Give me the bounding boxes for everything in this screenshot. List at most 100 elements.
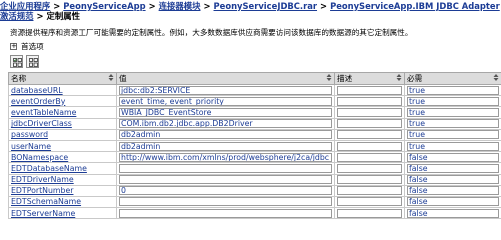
preferences-toggle[interactable]: + 首选项 [10, 41, 44, 52]
breadcrumb-link[interactable]: 企业应用程序 [0, 1, 50, 11]
property-required-cell: true [404, 117, 501, 130]
property-name-cell: BONamespace [8, 151, 117, 164]
property-name-cell: eventOrderBy [8, 95, 117, 108]
property-required-cell: false [404, 151, 501, 164]
breadcrumb-line-2: 激活规范 > 定制属性 [0, 11, 501, 21]
property-description-field[interactable] [337, 175, 402, 185]
breadcrumb-separator: > [320, 1, 328, 11]
property-required-value[interactable]: false [407, 197, 499, 207]
property-required-value[interactable]: true [407, 130, 499, 140]
property-description-field[interactable] [337, 152, 402, 162]
select-all-icon [13, 58, 22, 67]
expand-plus-icon: + [10, 42, 17, 50]
property-value-field[interactable]: jdbc:db2:SERVICE [119, 85, 332, 95]
property-value-field[interactable] [119, 197, 332, 207]
property-name-cell: EDTServerName [8, 207, 117, 220]
property-name-link[interactable]: userName [11, 142, 51, 151]
property-value-cell: 0 [116, 184, 335, 197]
property-value-field[interactable]: db2admin [119, 130, 332, 140]
property-name-link[interactable]: EDTSchemaName [11, 197, 81, 206]
property-name-cell: EDTPortNumber [8, 184, 117, 197]
property-name-link[interactable]: jdbcDriverClass [11, 119, 72, 128]
property-name-link[interactable]: password [11, 130, 48, 139]
property-value-cell [116, 162, 335, 175]
breadcrumb: 企业应用程序 > PeonyServiceApp > 连接器模块 > PeonyServic… [0, 1, 501, 21]
table-row: EDTDatabaseName false [8, 162, 501, 175]
table-row: EDTServerName false [8, 207, 501, 220]
property-required-value[interactable]: true [407, 119, 499, 129]
table-row: eventOrderBy event_time, event_priority tr… [8, 95, 501, 108]
property-value-field[interactable] [119, 163, 332, 173]
property-value-field[interactable]: 0 [119, 186, 332, 196]
breadcrumb-current: 定制属性 [46, 11, 81, 21]
property-name-link[interactable]: EDTPortNumber [11, 186, 73, 195]
property-description-field[interactable] [337, 107, 402, 117]
property-description-field[interactable] [337, 197, 402, 207]
property-name-link[interactable]: EDTDatabaseName [11, 164, 87, 173]
property-value-cell: jdbc:db2:SERVICE [116, 83, 335, 97]
property-required-value[interactable]: false [407, 186, 499, 196]
property-name-cell: EDTSchemaName [8, 195, 117, 209]
property-value-cell: event_time, event_priority [116, 95, 335, 108]
property-value-field[interactable]: db2admin [119, 141, 332, 151]
property-description-cell [334, 207, 405, 220]
property-description-cell [334, 106, 405, 119]
property-required-value[interactable]: false [407, 208, 499, 218]
property-required-value[interactable]: true [407, 85, 499, 95]
property-required-cell: true [404, 83, 501, 97]
property-description-cell [334, 128, 405, 141]
deselect-all-button[interactable] [26, 55, 39, 68]
property-name-link[interactable]: databaseURL [11, 86, 63, 95]
property-description-cell [334, 162, 405, 175]
property-value-field[interactable]: event_time, event_priority [119, 96, 332, 106]
property-description-field[interactable] [337, 163, 402, 173]
column-header-name[interactable]: 名称 [8, 72, 117, 85]
property-required-value[interactable]: true [407, 107, 499, 117]
property-value-field[interactable]: COM.ibm.db2.jdbc.app.DB2Driver [119, 119, 332, 129]
breadcrumb-link[interactable]: PeonyServiceApp.IBM JDBC Adapter [330, 1, 500, 11]
property-name-link[interactable]: eventTableName [11, 108, 76, 117]
property-name-link[interactable]: EDTDriverName [11, 175, 74, 184]
property-value-field[interactable] [119, 175, 332, 185]
property-value-field[interactable] [119, 208, 332, 218]
breadcrumb-link[interactable]: PeonyServiceApp [63, 1, 145, 11]
property-description-field[interactable] [337, 130, 402, 140]
breadcrumb-link[interactable]: PeonyServiceJDBC.rar [214, 1, 318, 11]
property-name-link[interactable]: eventOrderBy [11, 97, 65, 106]
property-value-cell: http://www.ibm.com/xmlns/prod/websphere/… [116, 151, 335, 164]
property-required-value[interactable]: true [407, 141, 499, 151]
table-toolbar [10, 55, 39, 69]
property-value-cell [116, 195, 335, 209]
select-all-button[interactable] [10, 55, 23, 68]
property-required-value[interactable]: false [407, 152, 499, 162]
property-description-field[interactable] [337, 186, 402, 196]
breadcrumb-link[interactable]: 连接器模块 [159, 1, 201, 11]
page-description: 资源提供程序和资源工厂可能需要的定制属性。例如，大多数数据库供应商需要访问该数据… [10, 28, 413, 37]
property-required-value[interactable]: true [407, 96, 499, 106]
property-description-field[interactable] [337, 119, 402, 129]
breadcrumb-link[interactable]: 激活规范 [0, 11, 34, 21]
property-description-field[interactable] [337, 85, 402, 95]
sort-icon [326, 74, 332, 81]
property-value-cell: db2admin [116, 128, 335, 141]
column-header-required[interactable]: 必需 [404, 72, 501, 85]
column-header-value[interactable]: 值 [116, 72, 335, 85]
table-header-row: 名称 值 描述 必需 [8, 72, 501, 85]
property-value-field[interactable]: http://www.ibm.com/xmlns/prod/websphere/… [119, 152, 332, 162]
property-name-cell: password [8, 128, 117, 141]
column-header-description[interactable]: 描述 [334, 72, 405, 85]
property-description-field[interactable] [337, 141, 402, 151]
property-value-field[interactable]: WBIA_JDBC_EventStore [119, 107, 332, 117]
deselect-all-icon [29, 58, 38, 67]
table-row: EDTSchemaName false [8, 195, 501, 209]
property-required-value[interactable]: false [407, 163, 499, 173]
property-name-link[interactable]: EDTServerName [11, 209, 75, 218]
table-row: EDTPortNumber 0 false [8, 184, 501, 197]
breadcrumb-separator: > [36, 11, 44, 21]
property-required-value[interactable]: false [407, 175, 499, 185]
property-description-field[interactable] [337, 96, 402, 106]
property-description-field[interactable] [337, 208, 402, 218]
property-required-cell: true [404, 95, 501, 108]
property-description-cell [334, 139, 405, 153]
property-name-link[interactable]: BONamespace [11, 153, 68, 162]
